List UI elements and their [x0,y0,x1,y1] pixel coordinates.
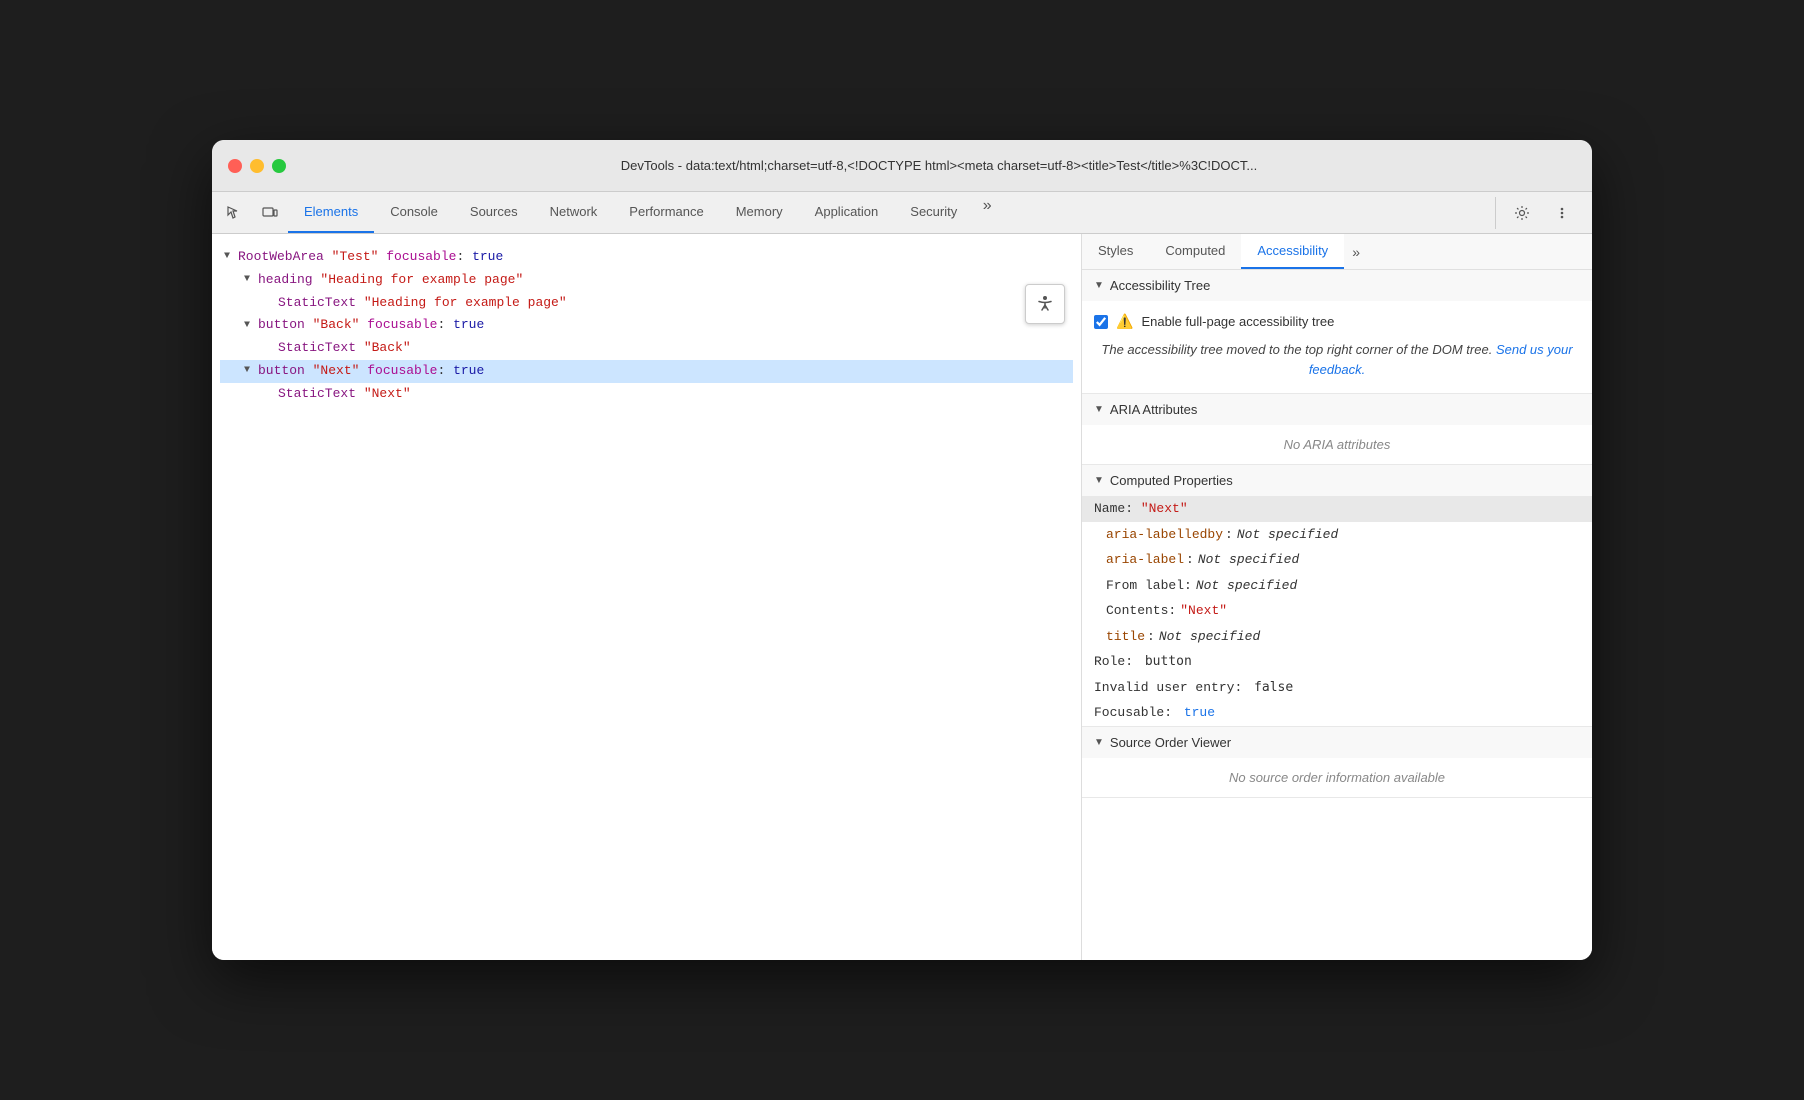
section-aria-attributes: ▼ ARIA Attributes No ARIA attributes [1082,394,1592,465]
more-right-tabs-button[interactable]: » [1344,234,1368,269]
tab-console[interactable]: Console [374,192,454,233]
section-body-aria-attributes: No ARIA attributes [1082,425,1592,464]
accessibility-content: ▼ Accessibility Tree ⚠️ Enable full-page… [1082,270,1592,960]
prop-row-aria-labelledby[interactable]: aria-labelledby : Not specified [1082,522,1592,548]
section-arrow-accessibility-tree: ▼ [1094,280,1104,291]
main-tab-list: Elements Console Sources Network Perform… [288,192,1491,233]
dom-row-statictext-next[interactable]: StaticText "Next" [220,383,1073,406]
tab-elements[interactable]: Elements [288,192,374,233]
right-tab-bar: Styles Computed Accessibility » [1082,234,1592,270]
dom-row-button-back[interactable]: ▼ button "Back" focusable : true [220,314,1073,337]
enable-a11y-tree-row: ⚠️ Enable full-page accessibility tree [1094,309,1580,334]
settings-button[interactable] [1506,197,1538,229]
section-arrow-source-order: ▼ [1094,737,1104,748]
expand-arrow-2 [264,295,278,311]
tab-performance[interactable]: Performance [613,192,719,233]
tab-network[interactable]: Network [534,192,614,233]
expand-arrow-5[interactable]: ▼ [244,363,258,379]
device-toolbar-button[interactable] [254,197,286,229]
prop-row-from-label[interactable]: From label : Not specified [1082,573,1592,599]
tab-styles[interactable]: Styles [1082,234,1149,269]
prop-row-aria-label[interactable]: aria-label : Not specified [1082,547,1592,573]
prop-row-focusable[interactable]: Focusable : true [1082,700,1592,726]
dom-panel[interactable]: ▼ RootWebArea "Test" focusable : true ▼ … [212,234,1082,960]
toolbar-right-icons [1495,197,1588,229]
main-content: ▼ RootWebArea "Test" focusable : true ▼ … [212,234,1592,960]
tab-memory[interactable]: Memory [720,192,799,233]
more-tabs-button[interactable]: » [973,192,1001,220]
maximize-button[interactable] [272,159,286,173]
prop-row-role[interactable]: Role : button [1082,649,1592,675]
devtools-tab-bar: Elements Console Sources Network Perform… [212,192,1592,234]
section-accessibility-tree: ▼ Accessibility Tree ⚠️ Enable full-page… [1082,270,1592,394]
expand-arrow-6 [264,386,278,402]
a11y-tree-info-text: The accessibility tree moved to the top … [1094,334,1580,385]
dom-tree: ▼ RootWebArea "Test" focusable : true ▼ … [212,242,1081,410]
right-panel: Styles Computed Accessibility » ▼ [1082,234,1592,960]
section-body-accessibility-tree: ⚠️ Enable full-page accessibility tree T… [1082,301,1592,393]
section-body-source-order: No source order information available [1082,758,1592,797]
tab-sources[interactable]: Sources [454,192,534,233]
dom-row-heading[interactable]: ▼ heading "Heading for example page" [220,269,1073,292]
prop-row-contents[interactable]: Contents : "Next" [1082,598,1592,624]
prop-row-invalid-user-entry[interactable]: Invalid user entry : false [1082,675,1592,701]
expand-arrow-1[interactable]: ▼ [244,272,258,288]
accessibility-icon-button[interactable] [1025,284,1065,324]
tab-accessibility[interactable]: Accessibility [1241,234,1344,269]
enable-a11y-tree-checkbox[interactable] [1094,315,1108,329]
minimize-button[interactable] [250,159,264,173]
window-title: DevTools - data:text/html;charset=utf-8,… [302,158,1576,173]
section-header-accessibility-tree[interactable]: ▼ Accessibility Tree [1082,270,1592,301]
tab-application[interactable]: Application [799,192,895,233]
dom-row-button-next[interactable]: ▼ button "Next" focusable : true [220,360,1073,383]
dom-row-statictext-heading[interactable]: StaticText "Heading for example page" [220,292,1073,315]
section-arrow-aria: ▼ [1094,404,1104,415]
prop-row-title[interactable]: title : Not specified [1082,624,1592,650]
prop-row-name[interactable]: Name: "Next" [1082,496,1592,522]
expand-arrow-3[interactable]: ▼ [244,318,258,334]
dom-row-statictext-back[interactable]: StaticText "Back" [220,337,1073,360]
tab-security[interactable]: Security [894,192,973,233]
dom-row-rootwebarea[interactable]: ▼ RootWebArea "Test" focusable : true [220,246,1073,269]
section-header-computed-properties[interactable]: ▼ Computed Properties [1082,465,1592,496]
tab-computed[interactable]: Computed [1149,234,1241,269]
warning-icon: ⚠️ [1116,313,1133,330]
customize-button[interactable] [1546,197,1578,229]
section-source-order-viewer: ▼ Source Order Viewer No source order in… [1082,727,1592,798]
section-header-source-order[interactable]: ▼ Source Order Viewer [1082,727,1592,758]
computed-props-body: Name: "Next" aria-labelledby : Not speci… [1082,496,1592,726]
section-header-aria-attributes[interactable]: ▼ ARIA Attributes [1082,394,1592,425]
expand-arrow-0[interactable]: ▼ [224,249,238,265]
expand-arrow-4 [264,341,278,357]
section-arrow-computed: ▼ [1094,475,1104,486]
close-button[interactable] [228,159,242,173]
window-controls [228,159,286,173]
title-bar: DevTools - data:text/html;charset=utf-8,… [212,140,1592,192]
section-computed-properties: ▼ Computed Properties Name: "Next" aria-… [1082,465,1592,727]
devtools-window: DevTools - data:text/html;charset=utf-8,… [212,140,1592,960]
inspect-element-button[interactable] [218,197,250,229]
